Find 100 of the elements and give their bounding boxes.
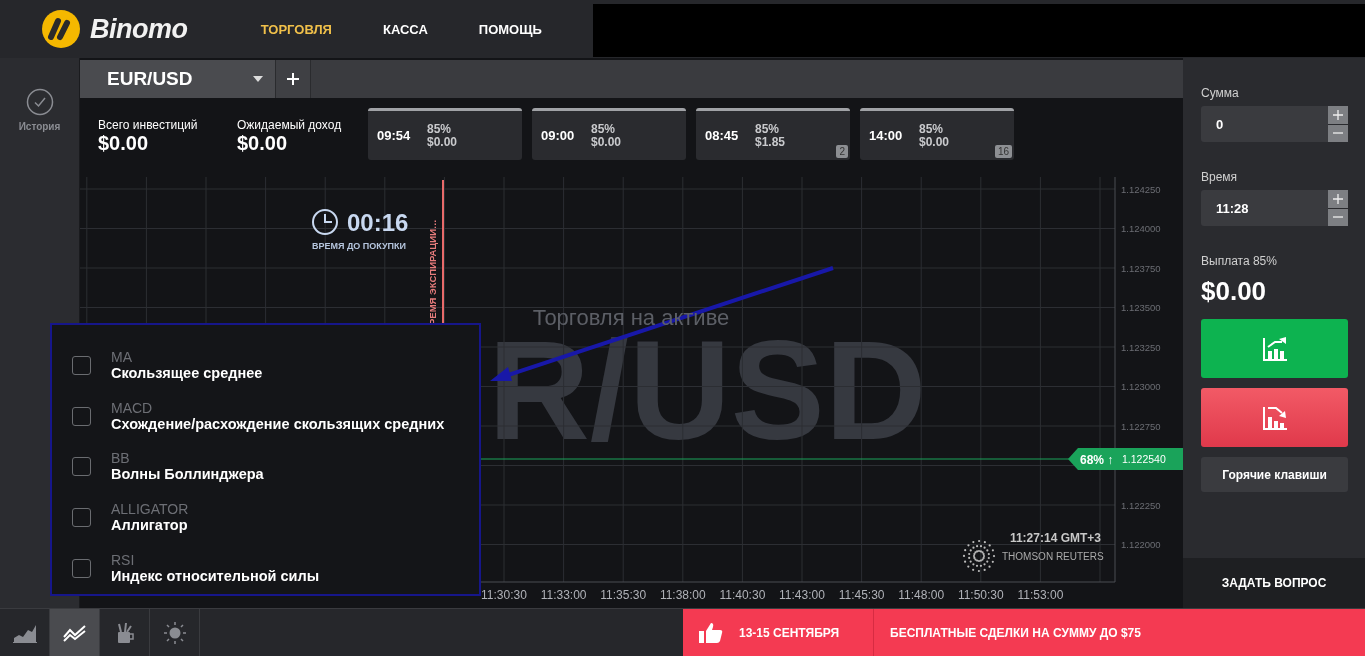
deal-percent: 85% [591, 122, 617, 136]
asset-tab[interactable]: EUR/USD [80, 60, 275, 98]
time-field[interactable]: 11:28 [1201, 190, 1328, 226]
summary-label: Всего инвестиций [98, 118, 199, 132]
line-chart-icon [62, 622, 87, 643]
amount-label: Сумма [1201, 86, 1240, 100]
indicator-option[interactable]: MACD Схождение/расхождение скользящих средних [72, 390, 479, 442]
globe-dots-icon [962, 539, 996, 573]
checkbox[interactable] [72, 406, 91, 426]
indicator-code: RSI [111, 552, 136, 569]
add-tab-button[interactable] [275, 60, 311, 98]
time-label: 11:50:30 [957, 588, 1004, 602]
price-label: 1.123750 [1121, 262, 1161, 274]
time-label: 11:30:30 [481, 588, 527, 602]
minus-icon [1333, 216, 1343, 219]
checkbox[interactable] [72, 355, 91, 375]
timer-label: ВРЕМЯ ДО ПОКУПКИ [311, 241, 407, 251]
deal-percent: 85% [427, 122, 453, 136]
nav-link[interactable]: ТОРГОВЛЯ [260, 21, 332, 37]
price-label: 1.123000 [1121, 381, 1161, 392]
logo-text: Binomo [90, 13, 188, 45]
indicator-name: Индекс относительной силы [111, 568, 320, 586]
indicator-name: Схождение/расхождение скользящих средних [111, 415, 445, 433]
indicator-option[interactable]: RSI Индекс относительной силы [72, 543, 479, 594]
indicator-code: MACD [111, 399, 154, 416]
current-price: 1.122540 [1122, 453, 1166, 465]
deal-amount: $0.00 [427, 135, 458, 149]
price-label: 1.123250 [1121, 341, 1161, 353]
deal-amount: $1.85 [755, 135, 786, 149]
decrease-button[interactable] [1328, 208, 1348, 226]
history-button[interactable]: История [18, 88, 61, 132]
nav-link[interactable]: ПОМОЩЬ [478, 21, 542, 37]
promo-date: 13-15 СЕНТЯБРЯ [739, 608, 874, 656]
payout-value: $0.00 [1201, 276, 1268, 307]
indicator-code: BB [111, 450, 131, 467]
deal-percent: 85% [919, 122, 945, 136]
promo-text: БЕСПЛАТНЫЕ СДЕЛКИ НА СУММУ ДО $75 [890, 625, 1141, 640]
deal-amount: $0.00 [919, 135, 950, 149]
promo-banner[interactable]: 13-15 СЕНТЯБРЯ БЕСПЛАТНЫЕ СДЕЛКИ НА СУММУ ДО $75 [683, 609, 1365, 656]
deal-time: 09:00 [541, 128, 576, 143]
deal-card[interactable]: 08:45 85% $1.85 2 [696, 108, 850, 160]
ask-question-button[interactable]: ЗАДАТЬ ВОПРОС [1183, 558, 1365, 608]
data-provider: THOMSON REUTERS [1002, 551, 1104, 562]
price-label: 1.122750 [1121, 420, 1161, 432]
deal-count-badge: 16 [994, 145, 1012, 158]
chart-up-icon [1261, 335, 1288, 362]
time-label: 11:53:00 [1017, 588, 1064, 602]
deal-percent: 85% [755, 122, 781, 136]
indicator-option[interactable]: BB Волны Боллинджера [72, 441, 479, 493]
deal-time: 08:45 [705, 128, 740, 143]
clock-icon [312, 209, 338, 235]
deal-time: 14:00 [869, 128, 904, 143]
nav-link[interactable]: КАССА [382, 21, 428, 37]
caret-icon [253, 76, 263, 82]
plus-icon [1333, 109, 1343, 120]
plus-icon [287, 73, 299, 85]
deal-card[interactable]: 09:54 85% $0.00 [368, 108, 522, 160]
decrease-button[interactable] [1328, 124, 1348, 142]
hotkeys-button[interactable]: Горячие клавиши [1201, 457, 1348, 492]
deal-amount: $0.00 [591, 135, 622, 149]
indicator-name: Скользящее среднее [111, 364, 263, 382]
deal-card[interactable]: 14:00 85% $0.00 16 [860, 108, 1014, 160]
time-label: 11:35:30 [600, 588, 647, 602]
price-label: 1.124250 [1121, 183, 1161, 195]
minus-icon [1333, 132, 1343, 135]
chart-down-icon [1261, 404, 1288, 431]
time-label: 11:48:00 [898, 588, 945, 602]
call-button[interactable] [1201, 319, 1348, 378]
summary-value: $0.00 [98, 132, 150, 154]
amount-field[interactable]: 0 [1201, 106, 1328, 142]
sun-icon [163, 621, 186, 644]
indicator-code: MA [111, 348, 133, 365]
price-label: 1.124000 [1121, 223, 1161, 234]
logo-icon [42, 10, 80, 48]
server-time: 11:27:14 GMT+3 [1009, 531, 1101, 545]
deal-card[interactable]: 09:00 85% $0.00 [532, 108, 686, 160]
checkbox[interactable] [72, 508, 91, 528]
check-circle-icon [25, 88, 54, 116]
price-label: 1.123500 [1121, 302, 1161, 313]
deal-count-badge: 2 [836, 145, 848, 158]
price-label: 1.122000 [1121, 539, 1161, 550]
put-button[interactable] [1201, 388, 1348, 447]
indicator-option[interactable]: MA Скользящее среднее [72, 340, 479, 391]
time-label: 11:40:30 [719, 588, 766, 602]
checkbox[interactable] [72, 457, 91, 477]
plus-icon [1333, 193, 1343, 204]
time-label: 11:43:00 [779, 588, 825, 602]
time-label: 11:38:00 [659, 588, 706, 602]
summary-value: $0.00 [237, 132, 289, 154]
indicator-option[interactable]: ALLIGATOR Аллигатор [72, 492, 479, 544]
time-label: 11:33:00 [540, 588, 587, 602]
time-label: Время [1201, 170, 1239, 184]
payout-label: Выплата 85% [1201, 254, 1278, 268]
payout-percent: 68% ↑ [1080, 452, 1114, 467]
thumbs-up-icon [699, 621, 723, 644]
checkbox[interactable] [72, 559, 91, 579]
indicator-name: Волны Боллинджера [111, 466, 264, 484]
indicator-name: Аллигатор [111, 517, 189, 535]
time-label: 11:45:30 [838, 588, 885, 602]
tool-button[interactable] [50, 609, 100, 656]
